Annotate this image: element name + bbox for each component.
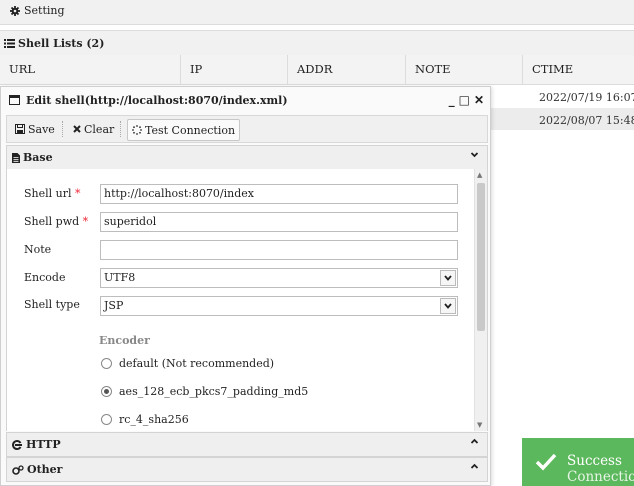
encoder-option-label: rc_4_sha256 xyxy=(119,413,189,426)
setting-label: Setting xyxy=(24,4,65,17)
scroll-down-icon[interactable]: ▼ xyxy=(477,421,482,429)
encoder-option[interactable]: aes_128_ecb_pkcs7_padding_md5 xyxy=(101,385,308,398)
success-toast[interactable]: Success Connection xyxy=(522,438,634,486)
save-label: Save xyxy=(28,122,55,136)
x-icon xyxy=(73,125,81,133)
column-header-ctime[interactable]: CTIME xyxy=(523,55,634,84)
edit-shell-dialog: Edit shell(http://localhost:8070/index.x… xyxy=(0,86,491,486)
test-connection-button[interactable]: Test Connection xyxy=(127,119,241,141)
http-panel-label: HTTP xyxy=(26,438,61,451)
test-connection-label: Test Connection xyxy=(145,123,236,137)
minimize-icon[interactable]: _ xyxy=(449,93,455,107)
scrollbar-thumb[interactable] xyxy=(477,183,485,331)
link-icon xyxy=(12,439,22,450)
save-icon xyxy=(15,124,25,134)
encode-select[interactable]: UTF8 xyxy=(100,268,458,288)
column-header-addr[interactable]: ADDR xyxy=(288,55,406,84)
encoder-label: Encoder xyxy=(99,334,150,347)
maximize-icon[interactable]: □ xyxy=(459,93,470,107)
column-header-ip[interactable]: IP xyxy=(181,55,288,84)
check-icon xyxy=(535,453,557,471)
encoder-option[interactable]: default (Not recommended) xyxy=(101,357,274,370)
shell-list-bar: Shell Lists (2) xyxy=(0,30,634,56)
list-icon xyxy=(4,39,15,48)
encoder-option-label: aes_128_ecb_pkcs7_padding_md5 xyxy=(119,385,309,398)
required-marker: * xyxy=(75,187,81,200)
shell-pwd-label: Shell pwd * xyxy=(24,215,89,228)
save-button[interactable]: Save xyxy=(11,119,59,139)
setting-button[interactable]: Setting xyxy=(10,4,65,17)
toast-message: Connection xyxy=(567,469,634,485)
gear-icon xyxy=(10,5,20,16)
dialog-toolbar: Save Clear Test Connection xyxy=(6,115,488,143)
note-label: Note xyxy=(24,243,52,256)
cogs-icon xyxy=(12,464,24,475)
base-panel-label: Base xyxy=(23,151,53,164)
shell-url-input[interactable]: http://localhost:8070/index xyxy=(100,184,458,204)
note-input[interactable] xyxy=(100,240,458,260)
shell-pwd-input[interactable]: superidol xyxy=(100,212,458,232)
top-toolbar: Setting xyxy=(0,0,634,25)
shell-list-title: Shell Lists (2) xyxy=(4,37,104,50)
encoder-option-label: default (Not recommended) xyxy=(119,357,275,370)
base-panel-header[interactable]: Base xyxy=(6,145,488,170)
chevron-up-icon xyxy=(470,463,479,469)
radio-button-selected[interactable] xyxy=(101,386,112,397)
table-cell-ctime: 2022/07/19 16:07:39 xyxy=(539,91,634,104)
radio-button[interactable] xyxy=(101,358,112,369)
radio-button[interactable] xyxy=(101,414,112,425)
encode-label: Encode xyxy=(24,271,66,284)
http-panel-header[interactable]: HTTP xyxy=(6,432,488,457)
close-icon[interactable]: ✕ xyxy=(474,93,484,107)
form-scrollbar[interactable]: ▲ ▼ xyxy=(474,169,487,431)
window-icon xyxy=(9,95,20,105)
clear-button[interactable]: Clear xyxy=(69,119,118,139)
toolbar-divider xyxy=(120,121,121,137)
encode-selected-value: UTF8 xyxy=(104,271,136,284)
other-panel-header[interactable]: Other xyxy=(6,457,488,482)
spinner-icon xyxy=(132,125,142,135)
shell-list-title-text: Shell Lists (2) xyxy=(18,37,105,50)
column-header-note[interactable]: NOTE xyxy=(406,55,523,84)
chevron-down-icon[interactable] xyxy=(440,298,456,314)
shell-url-label: Shell url * xyxy=(24,187,81,200)
other-panel-label: Other xyxy=(27,463,63,476)
clear-label: Clear xyxy=(84,122,115,136)
column-header-url[interactable]: URL xyxy=(0,55,181,84)
table-cell-ctime: 2022/08/07 15:48:58 xyxy=(539,114,634,127)
required-marker: * xyxy=(82,215,89,228)
dialog-titlebar[interactable]: Edit shell(http://localhost:8070/index.x… xyxy=(1,87,490,113)
toast-title: Success xyxy=(567,453,622,469)
document-icon xyxy=(12,152,20,163)
toolbar-divider xyxy=(62,121,63,137)
dialog-window-controls: _ □ ✕ xyxy=(449,93,484,107)
table-header: URL IP ADDR NOTE CTIME xyxy=(0,55,634,85)
encoder-option[interactable]: rc_4_sha256 xyxy=(101,413,189,426)
shell-type-select[interactable]: JSP xyxy=(100,296,458,316)
scroll-up-icon[interactable]: ▲ xyxy=(477,171,482,179)
dialog-title: Edit shell(http://localhost:8070/index.x… xyxy=(26,93,288,107)
chevron-up-icon xyxy=(470,438,479,444)
shell-type-label: Shell type xyxy=(24,298,80,311)
shell-type-selected-value: JSP xyxy=(104,299,124,312)
chevron-down-icon[interactable] xyxy=(440,270,456,286)
base-form: Shell url * http://localhost:8070/index … xyxy=(6,169,488,431)
chevron-down-icon xyxy=(470,152,479,158)
